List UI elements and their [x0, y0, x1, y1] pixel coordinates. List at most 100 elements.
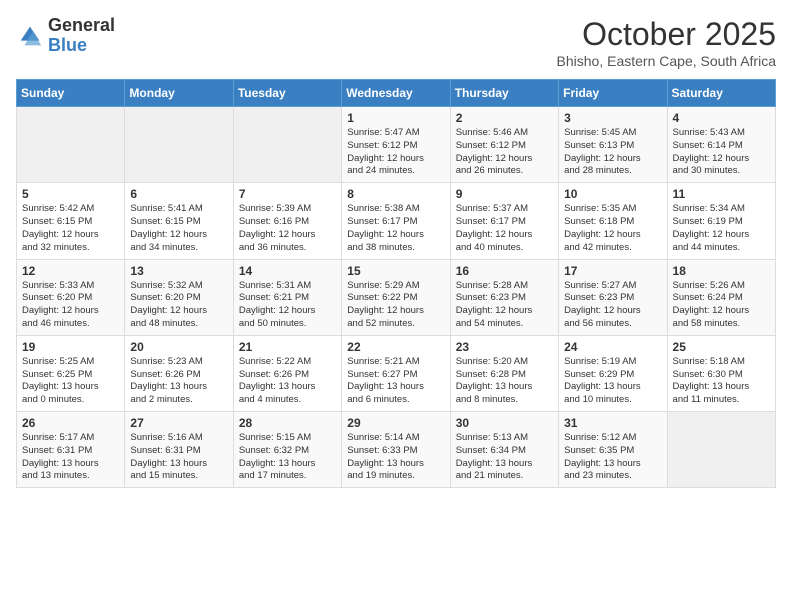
day-number: 10 — [564, 187, 661, 201]
logo-general-text: General — [48, 15, 115, 35]
calendar-cell: 24Sunrise: 5:19 AM Sunset: 6:29 PM Dayli… — [559, 335, 667, 411]
cell-content: Sunrise: 5:41 AM Sunset: 6:15 PM Dayligh… — [130, 203, 227, 254]
month-title: October 2025 — [557, 16, 776, 53]
calendar-cell: 18Sunrise: 5:26 AM Sunset: 6:24 PM Dayli… — [667, 259, 775, 335]
day-number: 12 — [22, 264, 119, 278]
calendar-week-3: 12 Sunrise: 5:33 AM Sunset: 6:20 PM Dayli… — [17, 259, 776, 335]
location-subtitle: Bhisho, Eastern Cape, South Africa — [557, 53, 776, 69]
calendar-cell — [667, 412, 775, 488]
cell-content: Sunrise: 5:42 AM Sunset: 6:15 PM Dayligh… — [22, 203, 119, 254]
cell-content: Sunrise: 5:39 AM Sunset: 6:16 PM Dayligh… — [239, 203, 336, 254]
page-header: General Blue October 2025 Bhisho, Easter… — [16, 16, 776, 69]
day-number: 16 — [456, 264, 553, 278]
cell-content: Sunrise: 5:13 AM Sunset: 6:34 PM Dayligh… — [456, 432, 553, 483]
calendar-week-5: 26Sunrise: 5:17 AM Sunset: 6:31 PM Dayli… — [17, 412, 776, 488]
cell-content: Sunrise: 5:17 AM Sunset: 6:31 PM Dayligh… — [22, 432, 119, 483]
calendar-cell: 10Sunrise: 5:35 AM Sunset: 6:18 PM Dayli… — [559, 183, 667, 259]
calendar-cell — [125, 107, 233, 183]
calendar-cell: 12 Sunrise: 5:33 AM Sunset: 6:20 PM Dayli… — [17, 259, 125, 335]
day-number: 20 — [130, 340, 227, 354]
day-number: 22 — [347, 340, 444, 354]
cell-content: Sunrise: 5:34 AM Sunset: 6:19 PM Dayligh… — [673, 203, 770, 254]
calendar-cell: 5Sunrise: 5:42 AM Sunset: 6:15 PM Daylig… — [17, 183, 125, 259]
calendar-cell: 17 Sunrise: 5:27 AM Sunset: 6:23 PM Dayli… — [559, 259, 667, 335]
logo-blue-text: Blue — [48, 35, 87, 55]
day-header-saturday: Saturday — [667, 80, 775, 107]
cell-content: Sunrise: 5:33 AM Sunset: 6:20 PM Dayligh… — [22, 280, 119, 331]
cell-content: Sunrise: 5:20 AM Sunset: 6:28 PM Dayligh… — [456, 356, 553, 407]
day-number: 1 — [347, 111, 444, 125]
calendar-cell: 25 Sunrise: 5:18 AM Sunset: 6:30 PM Dayli… — [667, 335, 775, 411]
day-header-wednesday: Wednesday — [342, 80, 450, 107]
cell-content: Sunrise: 5:43 AM Sunset: 6:14 PM Dayligh… — [673, 127, 770, 178]
day-number: 3 — [564, 111, 661, 125]
cell-content: Sunrise: 5:25 AM Sunset: 6:25 PM Dayligh… — [22, 356, 119, 407]
cell-content: Sunrise: 5:29 AM Sunset: 6:22 PM Dayligh… — [347, 280, 444, 331]
day-number: 6 — [130, 187, 227, 201]
day-number: 7 — [239, 187, 336, 201]
cell-content: Sunrise: 5:16 AM Sunset: 6:31 PM Dayligh… — [130, 432, 227, 483]
calendar-cell: 15 Sunrise: 5:29 AM Sunset: 6:22 PM Dayli… — [342, 259, 450, 335]
day-number: 17 — [564, 264, 661, 278]
day-header-friday: Friday — [559, 80, 667, 107]
calendar-cell: 20 Sunrise: 5:23 AM Sunset: 6:26 PM Dayli… — [125, 335, 233, 411]
cell-content: Sunrise: 5:38 AM Sunset: 6:17 PM Dayligh… — [347, 203, 444, 254]
cell-content: Sunrise: 5:12 AM Sunset: 6:35 PM Dayligh… — [564, 432, 661, 483]
day-number: 21 — [239, 340, 336, 354]
day-number: 4 — [673, 111, 770, 125]
day-number: 8 — [347, 187, 444, 201]
day-number: 23 — [456, 340, 553, 354]
cell-content: Sunrise: 5:14 AM Sunset: 6:33 PM Dayligh… — [347, 432, 444, 483]
cell-content: Sunrise: 5:47 AM Sunset: 6:12 PM Dayligh… — [347, 127, 444, 178]
cell-content: Sunrise: 5:28 AM Sunset: 6:23 PM Dayligh… — [456, 280, 553, 331]
calendar-cell: 28Sunrise: 5:15 AM Sunset: 6:32 PM Dayli… — [233, 412, 341, 488]
cell-content: Sunrise: 5:19 AM Sunset: 6:29 PM Dayligh… — [564, 356, 661, 407]
calendar-cell: 21 Sunrise: 5:22 AM Sunset: 6:26 PM Dayli… — [233, 335, 341, 411]
cell-content: Sunrise: 5:27 AM Sunset: 6:23 PM Dayligh… — [564, 280, 661, 331]
calendar-cell: 27 Sunrise: 5:16 AM Sunset: 6:31 PM Dayli… — [125, 412, 233, 488]
cell-content: Sunrise: 5:46 AM Sunset: 6:12 PM Dayligh… — [456, 127, 553, 178]
day-header-monday: Monday — [125, 80, 233, 107]
logo-icon — [16, 22, 44, 50]
calendar-cell: 1 Sunrise: 5:47 AM Sunset: 6:12 PM Daylig… — [342, 107, 450, 183]
logo: General Blue — [16, 16, 115, 56]
calendar-table: SundayMondayTuesdayWednesdayThursdayFrid… — [16, 79, 776, 488]
day-number: 14 — [239, 264, 336, 278]
day-number: 15 — [347, 264, 444, 278]
calendar-cell — [17, 107, 125, 183]
calendar-cell: 7 Sunrise: 5:39 AM Sunset: 6:16 PM Daylig… — [233, 183, 341, 259]
cell-content: Sunrise: 5:23 AM Sunset: 6:26 PM Dayligh… — [130, 356, 227, 407]
cell-content: Sunrise: 5:18 AM Sunset: 6:30 PM Dayligh… — [673, 356, 770, 407]
calendar-cell: 14 Sunrise: 5:31 AM Sunset: 6:21 PM Dayli… — [233, 259, 341, 335]
calendar-cell: 26Sunrise: 5:17 AM Sunset: 6:31 PM Dayli… — [17, 412, 125, 488]
calendar-cell — [233, 107, 341, 183]
calendar-cell: 11Sunrise: 5:34 AM Sunset: 6:19 PM Dayli… — [667, 183, 775, 259]
calendar-cell: 3Sunrise: 5:45 AM Sunset: 6:13 PM Daylig… — [559, 107, 667, 183]
cell-content: Sunrise: 5:32 AM Sunset: 6:20 PM Dayligh… — [130, 280, 227, 331]
day-header-thursday: Thursday — [450, 80, 558, 107]
cell-content: Sunrise: 5:37 AM Sunset: 6:17 PM Dayligh… — [456, 203, 553, 254]
calendar-header-row: SundayMondayTuesdayWednesdayThursdayFrid… — [17, 80, 776, 107]
title-area: October 2025 Bhisho, Eastern Cape, South… — [557, 16, 776, 69]
cell-content: Sunrise: 5:26 AM Sunset: 6:24 PM Dayligh… — [673, 280, 770, 331]
day-number: 29 — [347, 416, 444, 430]
day-number: 27 — [130, 416, 227, 430]
day-number: 2 — [456, 111, 553, 125]
calendar-week-1: 1 Sunrise: 5:47 AM Sunset: 6:12 PM Daylig… — [17, 107, 776, 183]
cell-content: Sunrise: 5:22 AM Sunset: 6:26 PM Dayligh… — [239, 356, 336, 407]
calendar-cell: 4 Sunrise: 5:43 AM Sunset: 6:14 PM Daylig… — [667, 107, 775, 183]
day-header-sunday: Sunday — [17, 80, 125, 107]
calendar-cell: 9Sunrise: 5:37 AM Sunset: 6:17 PM Daylig… — [450, 183, 558, 259]
day-number: 25 — [673, 340, 770, 354]
calendar-cell: 19 Sunrise: 5:25 AM Sunset: 6:25 PM Dayli… — [17, 335, 125, 411]
calendar-cell: 30Sunrise: 5:13 AM Sunset: 6:34 PM Dayli… — [450, 412, 558, 488]
cell-content: Sunrise: 5:31 AM Sunset: 6:21 PM Dayligh… — [239, 280, 336, 331]
cell-content: Sunrise: 5:21 AM Sunset: 6:27 PM Dayligh… — [347, 356, 444, 407]
cell-content: Sunrise: 5:15 AM Sunset: 6:32 PM Dayligh… — [239, 432, 336, 483]
calendar-cell: 23 Sunrise: 5:20 AM Sunset: 6:28 PM Dayli… — [450, 335, 558, 411]
day-number: 13 — [130, 264, 227, 278]
calendar-week-2: 5Sunrise: 5:42 AM Sunset: 6:15 PM Daylig… — [17, 183, 776, 259]
calendar-cell: 13 Sunrise: 5:32 AM Sunset: 6:20 PM Dayli… — [125, 259, 233, 335]
day-number: 19 — [22, 340, 119, 354]
calendar-cell: 6 Sunrise: 5:41 AM Sunset: 6:15 PM Daylig… — [125, 183, 233, 259]
